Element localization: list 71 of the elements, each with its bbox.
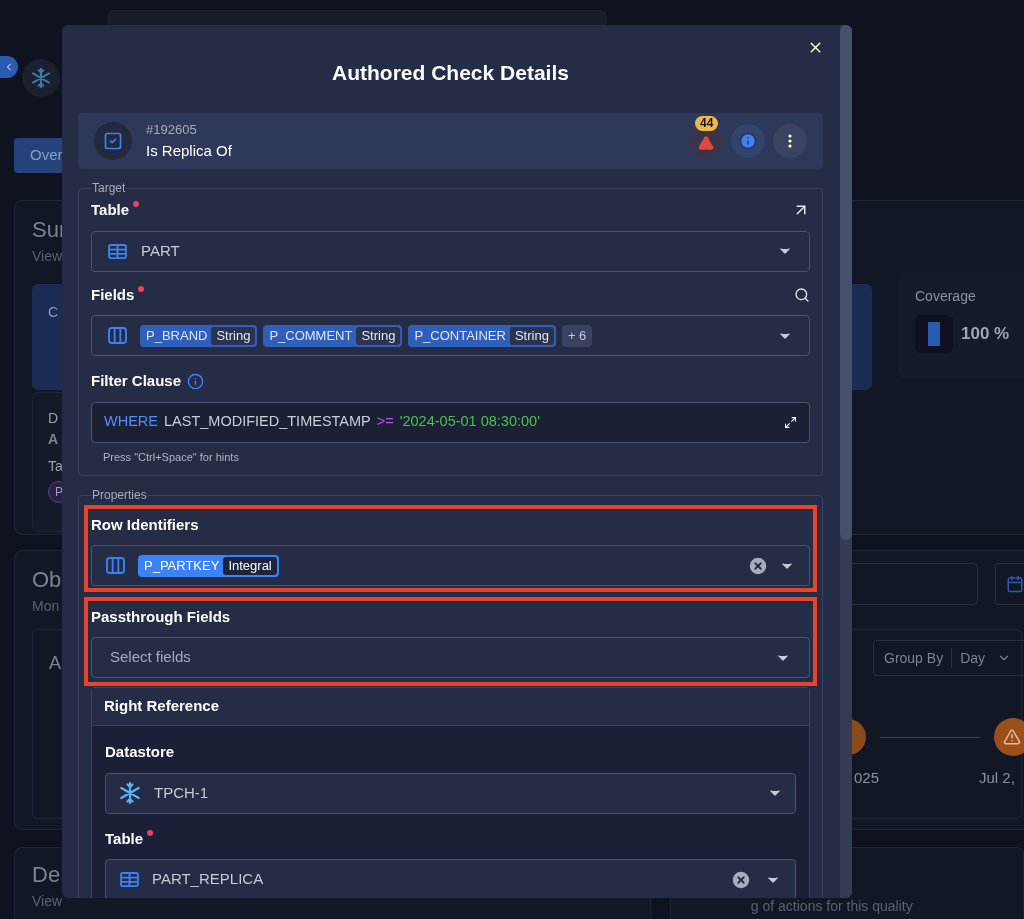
warning-icon bbox=[698, 135, 714, 151]
code-token: >= bbox=[376, 412, 394, 432]
info-icon[interactable] bbox=[187, 372, 205, 390]
card-title: Ob bbox=[32, 566, 62, 594]
collapse-button[interactable] bbox=[0, 56, 18, 78]
check-name: Is Replica Of bbox=[146, 140, 232, 161]
code-token: WHERE bbox=[104, 412, 158, 432]
coverage-icon bbox=[915, 315, 953, 353]
section-legend: Target bbox=[91, 179, 127, 197]
section-legend: Properties bbox=[91, 486, 148, 504]
detail-value: A bbox=[48, 430, 59, 449]
card-subtitle: g of actions for this quality bbox=[750, 897, 913, 916]
detail-label: D bbox=[48, 409, 59, 428]
scrollbar-thumb[interactable] bbox=[840, 25, 852, 540]
fields-select[interactable]: P_BRAND String P_COMMENT String P_CONTAINER String + 6 bbox=[91, 315, 810, 356]
code-token: LAST_MODIFIED_TIMESTAMP bbox=[164, 412, 371, 432]
more-count: + 6 bbox=[561, 324, 593, 347]
field-label: Passthrough Fields bbox=[91, 608, 231, 625]
datastore-select[interactable]: TPCH-1 bbox=[105, 772, 796, 814]
warning-icon bbox=[1003, 728, 1021, 746]
expand-icon bbox=[784, 415, 797, 429]
table-icon bbox=[108, 243, 127, 259]
clear-icon[interactable] bbox=[730, 868, 752, 891]
field-chip[interactable]: P_PARTKEY Integral bbox=[138, 554, 279, 577]
field-label: Table bbox=[91, 200, 130, 220]
search-button[interactable] bbox=[794, 286, 810, 303]
field-chip[interactable]: P_BRAND String bbox=[140, 324, 258, 347]
modal-title: Authored Check Details bbox=[332, 60, 569, 87]
field-label: Table bbox=[105, 828, 144, 849]
columns-icon bbox=[106, 557, 125, 574]
info-button[interactable] bbox=[731, 124, 765, 158]
filter-editor[interactable]: WHERE LAST_MODIFIED_TIMESTAMP >= '2024-05-01 08:30:00' bbox=[91, 401, 810, 443]
detail-label: Ta bbox=[48, 457, 63, 476]
field-label: Filter Clause bbox=[91, 371, 182, 391]
alert-count: 44 bbox=[695, 116, 719, 131]
field-chip[interactable]: P_COMMENT String bbox=[263, 324, 403, 347]
snowflake-icon bbox=[118, 781, 142, 805]
card-subtitle: View bbox=[32, 247, 63, 266]
passthrough-select[interactable]: Select fields bbox=[91, 637, 810, 678]
card-title: De bbox=[32, 861, 61, 889]
chart-title: A bbox=[49, 653, 61, 673]
field-chip[interactable]: P_CONTAINER String bbox=[408, 324, 556, 347]
snowflake-icon bbox=[30, 67, 52, 89]
check-icon bbox=[94, 122, 132, 160]
row-identifiers-select[interactable]: P_PARTKEY Integral bbox=[91, 545, 810, 586]
coverage-label: Coverage bbox=[915, 287, 976, 306]
field-label: Datastore bbox=[105, 742, 175, 762]
field-label: Fields bbox=[91, 284, 135, 305]
card-subtitle: Mon bbox=[32, 597, 60, 616]
info-icon bbox=[739, 132, 757, 150]
code-token: '2024-05-01 08:30:00' bbox=[399, 412, 540, 432]
expand-button[interactable] bbox=[784, 415, 797, 429]
timeline-date: 025 bbox=[854, 768, 880, 788]
more-icon bbox=[788, 134, 792, 148]
table-icon bbox=[120, 872, 139, 887]
panel-title: Right Reference bbox=[92, 688, 809, 726]
columns-icon bbox=[108, 327, 127, 344]
check-id: #192605 bbox=[146, 121, 198, 139]
card-label: C bbox=[48, 304, 59, 320]
more-button[interactable] bbox=[773, 124, 807, 158]
calendar-icon bbox=[1006, 575, 1024, 593]
timeline-date: Jul 2, bbox=[979, 768, 1015, 788]
group-by-select[interactable]: Group By Day bbox=[873, 640, 1024, 676]
hint-text: Press "Ctrl+Space" for hints bbox=[103, 449, 239, 465]
search-icon bbox=[794, 286, 810, 303]
coverage-value: 100 % bbox=[961, 323, 1010, 346]
field-label: Row Identifiers bbox=[91, 516, 199, 533]
table-select[interactable]: PART bbox=[91, 230, 810, 272]
clear-icon[interactable] bbox=[747, 554, 769, 577]
table-select[interactable]: PART_REPLICA bbox=[105, 859, 796, 898]
card-subtitle: View bbox=[32, 892, 63, 911]
